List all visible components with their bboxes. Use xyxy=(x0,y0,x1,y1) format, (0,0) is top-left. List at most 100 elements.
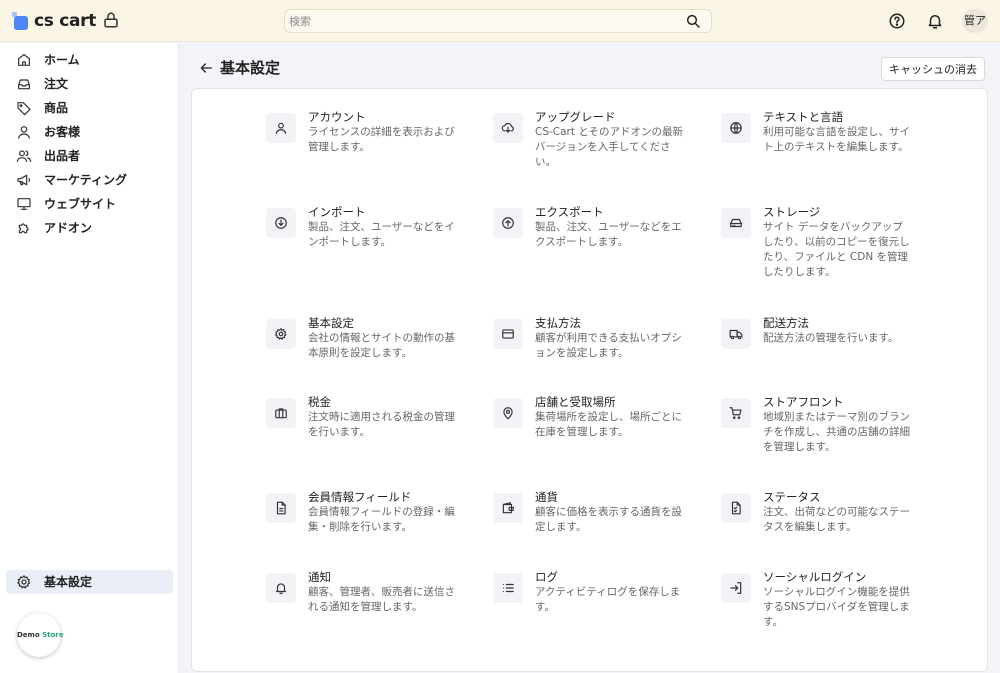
icon-box xyxy=(721,573,751,603)
search-icon[interactable] xyxy=(685,13,701,29)
tile-title: 通知 xyxy=(308,570,331,584)
gear-icon xyxy=(17,575,31,589)
tile-title: ストアフロント xyxy=(763,395,844,409)
tile-description: 注文、出荷などの可能なステータスを編集します。 xyxy=(763,506,910,533)
sidebar-item-website[interactable]: ウェブサイト xyxy=(6,192,173,216)
gear-icon xyxy=(274,327,287,340)
tile-title: エクスポート xyxy=(535,205,604,219)
bell-icon xyxy=(276,583,286,594)
sidebar-item-settings[interactable]: 基本設定 xyxy=(6,570,173,594)
sidebar: ホーム 注文 商品 お客様 出品者 マーケティング ウェブサイト アドオン 基本… xyxy=(0,43,179,673)
tile-title: 通貨 xyxy=(535,490,558,504)
icon-box xyxy=(493,493,523,523)
tile-title: ステータス xyxy=(763,490,821,504)
lock-icon[interactable] xyxy=(102,11,120,29)
arrow-up-circle-icon xyxy=(502,217,514,229)
tile-title: インポート xyxy=(308,205,366,219)
demo-label: Demo xyxy=(17,631,40,639)
tile-description: 顧客に価格を表示する通貨を設定します。 xyxy=(535,506,682,533)
tile-description: ソーシャルログイン機能を提供するSNSプロバイダを管理します。 xyxy=(763,586,910,628)
top-bar: cs cart 管ア xyxy=(0,0,1000,42)
icon-box xyxy=(266,398,296,428)
sidebar-item-orders[interactable]: 注文 xyxy=(6,72,173,96)
truck-icon xyxy=(729,329,743,340)
shopping-cart-icon xyxy=(729,407,742,420)
sidebar-item-label: 基本設定 xyxy=(44,575,93,589)
map-pin-icon xyxy=(503,407,513,420)
tile-description: 製品、注文、ユーザーなどをエクスポートします。 xyxy=(535,221,682,248)
sidebar-item-label: 出品者 xyxy=(44,149,81,163)
arrow-down-circle-icon xyxy=(275,217,287,229)
user-avatar[interactable]: 管ア xyxy=(962,9,988,33)
users-icon xyxy=(16,150,32,162)
megaphone-icon xyxy=(17,174,31,186)
tile-title: 支払方法 xyxy=(535,316,581,330)
sidebar-item-customers[interactable]: お客様 xyxy=(6,120,173,144)
sidebar-item-label: マーケティング xyxy=(44,173,128,187)
wallet-icon xyxy=(502,502,514,514)
icon-box xyxy=(493,208,523,238)
arrow-left-icon[interactable] xyxy=(198,60,214,76)
icon-box xyxy=(493,319,523,349)
sidebar-item-marketing[interactable]: マーケティング xyxy=(6,168,173,192)
tile-title: ログ xyxy=(535,570,558,584)
tile-description: CS-Cart とそのアドオンの最新バージョンを入手してください。 xyxy=(535,126,684,168)
tile-description: 利用可能な言語を設定し、サイト上のテキストを編集します。 xyxy=(763,126,910,153)
tile-description: 注文時に適用される税金の管理を行います。 xyxy=(308,411,455,438)
tile-description: アクティビティログを保存します。 xyxy=(535,586,681,613)
bell-icon[interactable] xyxy=(926,12,944,30)
icon-box xyxy=(721,319,751,349)
icon-box xyxy=(721,398,751,428)
sidebar-item-label: 商品 xyxy=(44,101,69,115)
tile-title: テキストと言語 xyxy=(763,110,844,124)
page-title: 基本設定 xyxy=(220,59,281,77)
tile-description: サイト データをバックアップしたり、以前のコピーを復元したり、ファイルと CDN… xyxy=(763,221,910,278)
monitor-icon xyxy=(17,198,31,210)
sidebar-item-addons[interactable]: アドオン xyxy=(6,216,173,240)
icon-box xyxy=(266,208,296,238)
tile-description: 配送方法の管理を行います。 xyxy=(763,332,899,344)
icon-box xyxy=(721,208,751,238)
tile-description: 会員情報フィールドの登録・編集・削除を行います。 xyxy=(308,506,455,533)
user-icon xyxy=(275,122,287,134)
store-label: Store xyxy=(42,631,64,639)
home-icon xyxy=(18,54,30,66)
log-in-icon xyxy=(730,582,742,594)
icon-box xyxy=(266,573,296,603)
clear-cache-button[interactable]: キャッシュの消去 xyxy=(881,57,985,81)
settings-panel: アカウント ライセンスの詳細を表示および管理します。 アップグレード CS-Ca… xyxy=(191,88,988,672)
help-icon[interactable] xyxy=(888,12,906,30)
file-check-icon xyxy=(731,501,741,515)
sidebar-item-label: アドオン xyxy=(44,221,93,235)
tile-title: アップグレード xyxy=(535,110,616,124)
tile-description: 地域別またはテーマ別のブランチを作成し、共通の店舗の詳細を管理します。 xyxy=(763,411,910,453)
icon-box xyxy=(266,319,296,349)
tile-title: 税金 xyxy=(308,395,331,409)
tile-description: 会社の情報とサイトの動作の基本原則を設定します。 xyxy=(308,332,455,359)
tile-title: ストレージ xyxy=(763,205,821,219)
sidebar-item-label: 注文 xyxy=(44,77,69,91)
tile-description: 製品、注文、ユーザーなどをインポートします。 xyxy=(308,221,455,248)
credit-card-icon xyxy=(502,329,514,339)
sidebar-item-label: ホーム xyxy=(44,53,80,67)
tile-title: 会員情報フィールド xyxy=(308,490,412,504)
logo-text: cs cart xyxy=(34,11,97,31)
list-icon xyxy=(502,583,514,593)
cs-cart-logo[interactable]: cs cart xyxy=(12,11,96,31)
sidebar-item-home[interactable]: ホーム xyxy=(6,48,173,72)
tile-title: アカウント xyxy=(308,110,366,124)
sidebar-item-label: お客様 xyxy=(44,125,81,139)
icon-box xyxy=(266,493,296,523)
sidebar-item-products[interactable]: 商品 xyxy=(6,96,173,120)
sidebar-item-vendors[interactable]: 出品者 xyxy=(6,144,173,168)
search-box xyxy=(284,9,712,33)
tile-title: ソーシャルログイン xyxy=(763,570,867,584)
globe-icon xyxy=(730,122,742,134)
search-input[interactable] xyxy=(289,12,669,30)
icon-box xyxy=(721,113,751,143)
file-text-icon xyxy=(276,501,286,515)
demo-store-badge[interactable]: Demo Store xyxy=(17,613,64,657)
tag-icon xyxy=(17,102,31,116)
icon-box xyxy=(493,398,523,428)
puzzle-icon xyxy=(18,223,29,234)
